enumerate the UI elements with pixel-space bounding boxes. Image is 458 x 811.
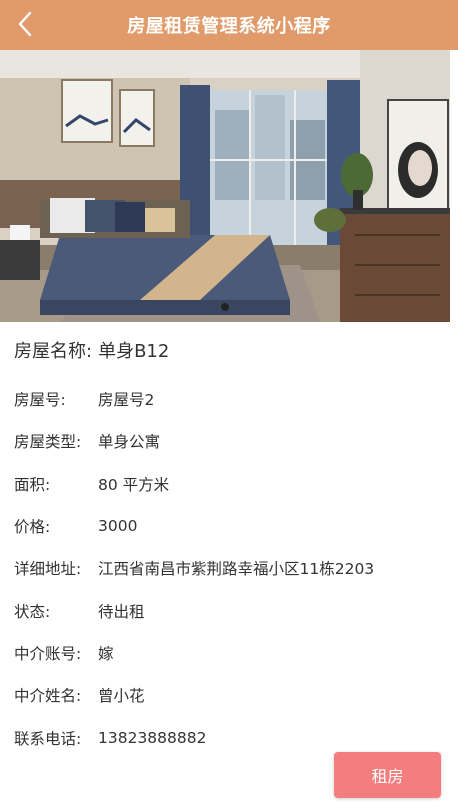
carousel-indicator[interactable] — [221, 303, 229, 311]
info-label: 房屋号: — [14, 391, 66, 410]
info-label: 中介账号: — [14, 644, 82, 663]
info-row-address: 详细地址: 江西省南昌市紫荆路幸福小区11栋2203 — [14, 547, 444, 589]
info-value: 曾小花 — [98, 687, 145, 706]
info-label: 价格: — [14, 518, 51, 537]
house-name-label: 房屋名称: — [14, 341, 93, 362]
info-label: 中介姓名: — [14, 687, 82, 706]
info-row-house-type: 房屋类型: 单身公寓 — [14, 420, 444, 462]
info-row-status: 状态: 待出租 — [14, 589, 444, 631]
info-row-room-number: 房屋号: 房屋号2 — [14, 378, 444, 420]
chevron-left-icon — [18, 11, 32, 37]
info-value: 江西省南昌市紫荆路幸福小区11栋2203 — [98, 560, 375, 579]
info-label: 房屋类型: — [14, 433, 82, 452]
info-value: 待出租 — [98, 602, 145, 621]
info-value: 3000 — [98, 517, 138, 536]
house-name-value: 单身B12 — [98, 341, 170, 362]
info-value: 80 平方米 — [98, 475, 170, 494]
info-label: 面积: — [14, 475, 51, 494]
house-photo — [0, 50, 450, 322]
info-row-area: 面积: 80 平方米 — [14, 463, 444, 505]
back-button[interactable] — [10, 8, 40, 40]
page: 房屋租赁管理系统小程序 房屋名称: 单身B12 房屋号: 房屋号2 房屋类型: … — [0, 0, 458, 811]
info-value: 房屋号2 — [98, 391, 155, 410]
info-label: 联系电话: — [14, 729, 82, 748]
rent-button[interactable]: 租房 — [334, 752, 441, 798]
page-title: 房屋租赁管理系统小程序 — [127, 16, 331, 37]
info-label: 状态: — [14, 602, 51, 621]
info-row-agent-account: 中介账号: 嫁 — [14, 632, 444, 674]
house-info: 房屋名称: 单身B12 房屋号: 房屋号2 房屋类型: 单身公寓 面积: 80 … — [14, 322, 444, 759]
info-value: 单身公寓 — [98, 433, 161, 452]
info-value: 13823888882 — [98, 728, 207, 747]
info-row-agent-name: 中介姓名: 曾小花 — [14, 674, 444, 716]
nav-bar: 房屋租赁管理系统小程序 — [0, 0, 458, 50]
info-value: 嫁 — [98, 644, 114, 663]
info-label: 详细地址: — [14, 560, 82, 579]
info-row-price: 价格: 3000 — [14, 505, 444, 547]
house-name-row: 房屋名称: 单身B12 — [14, 322, 444, 378]
